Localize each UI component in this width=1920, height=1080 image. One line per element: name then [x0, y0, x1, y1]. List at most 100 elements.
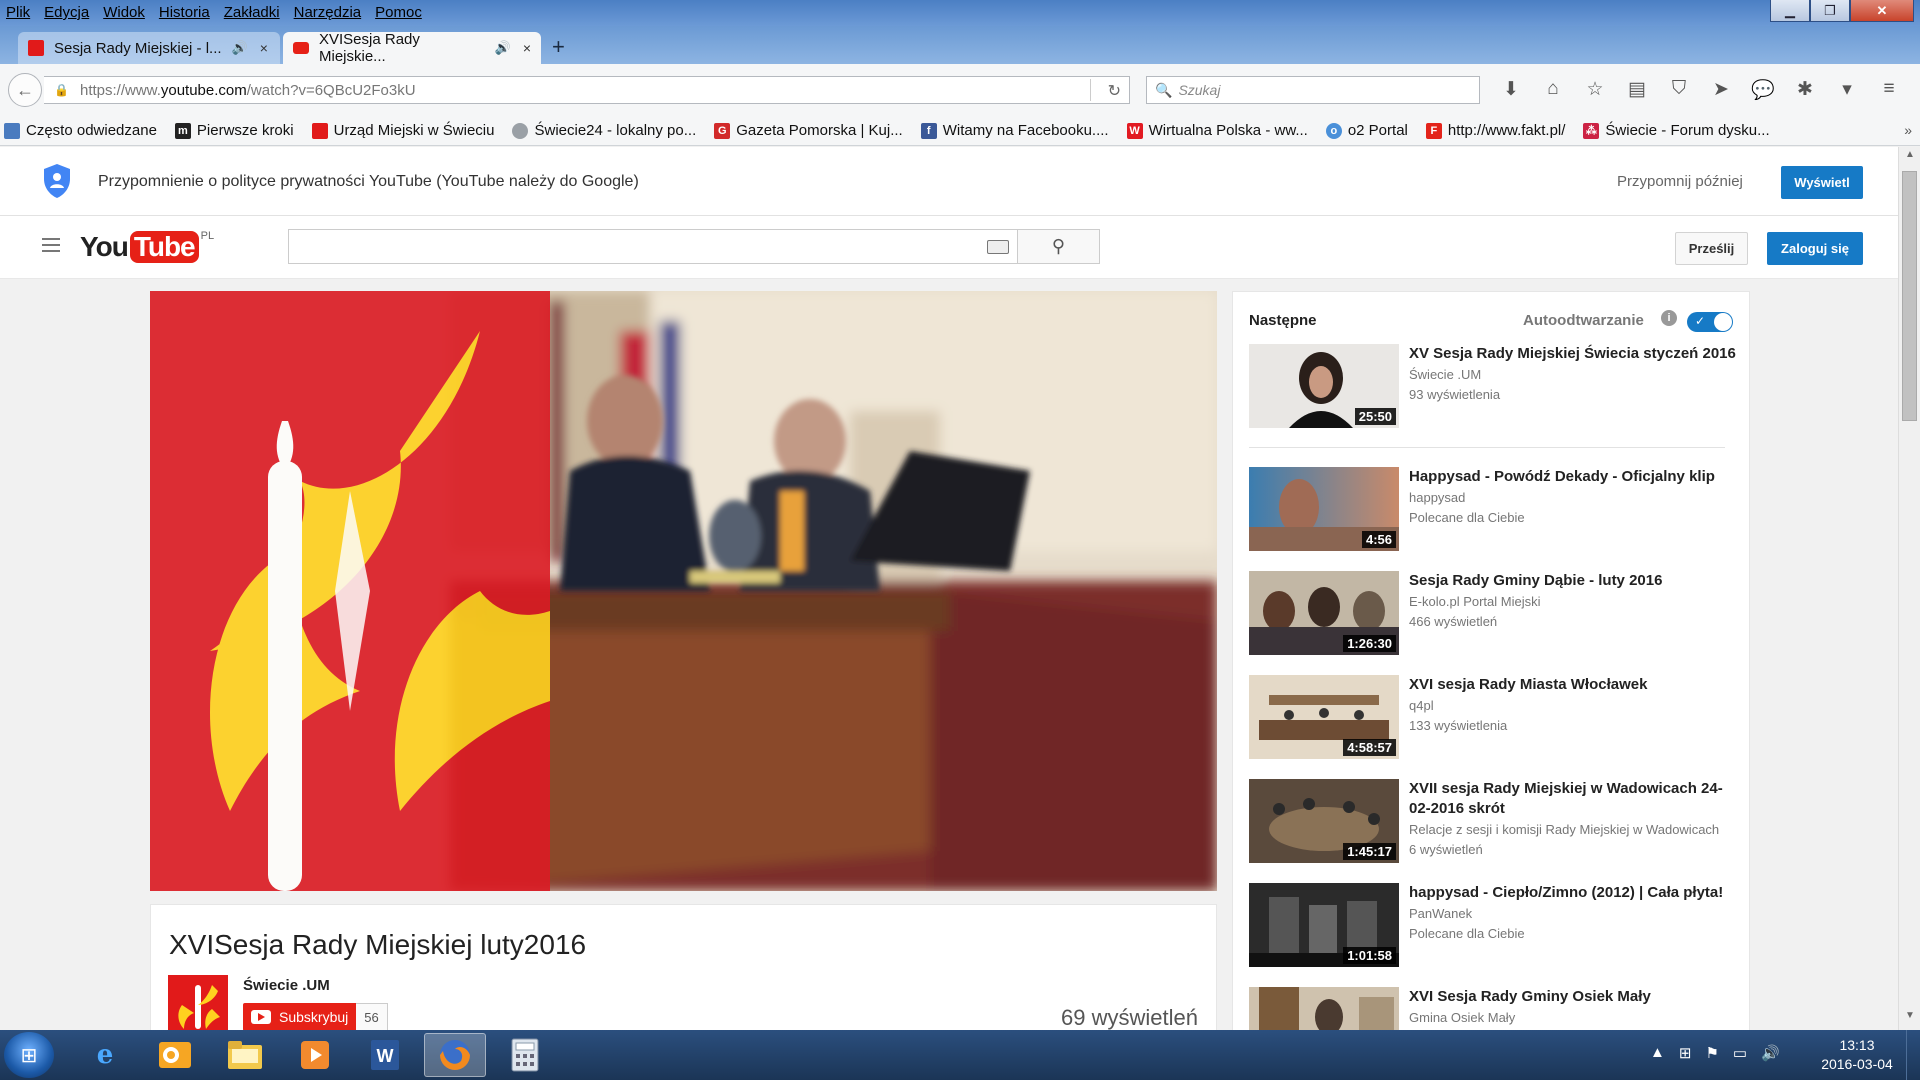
menu-help[interactable]: Pomoc [368, 0, 429, 21]
autoplay-toggle[interactable]: ✓ [1687, 312, 1733, 332]
minimize-button[interactable]: ▁ [1770, 0, 1810, 22]
home-icon[interactable]: ⌂ [1532, 78, 1574, 102]
video-title[interactable]: XV Sesja Rady Miejskiej Świecia styczeń … [1409, 345, 1736, 362]
outlook-icon[interactable] [144, 1033, 206, 1077]
subscribe-button[interactable]: Subskrybuj 56 [243, 1003, 388, 1030]
related-video-item[interactable]: XVI Sesja Rady Gminy Osiek Mały Gmina Osi… [1249, 987, 1749, 1030]
related-video-item[interactable]: 25:50 XV Sesja Rady Miejskiej Świecia st… [1249, 344, 1749, 432]
scroll-up-icon[interactable]: ▲ [1899, 149, 1920, 167]
show-desktop-button[interactable] [1906, 1030, 1920, 1080]
video-thumbnail[interactable]: 4:58:57 [1249, 675, 1399, 759]
bookmark-label: Urząd Miejski w Świeciu [333, 122, 495, 139]
guide-menu-icon[interactable] [42, 238, 60, 256]
extension-icon[interactable]: ✱ [1784, 78, 1826, 102]
start-button[interactable]: ⊞ [4, 1032, 54, 1078]
bookmark-item[interactable]: Fhttp://www.fakt.pl/ [1422, 122, 1565, 139]
media-player-icon[interactable] [284, 1033, 346, 1077]
back-button[interactable]: ← [8, 73, 42, 107]
bookmark-item[interactable]: G Gazeta Pomorska | Kuj... [710, 122, 903, 139]
close-window-button[interactable]: ✕ [1850, 0, 1914, 22]
speaker-icon[interactable]: 🔊 [232, 40, 248, 56]
new-tab-button[interactable]: + [552, 34, 565, 60]
video-thumbnail[interactable]: 1:01:58 [1249, 883, 1399, 967]
video-title[interactable]: Sesja Rady Gminy Dąbie - luty 2016 [1409, 572, 1662, 589]
reading-list-icon[interactable]: ▤ [1616, 78, 1658, 102]
menu-bookmarks[interactable]: Zakładki [217, 0, 287, 21]
explorer-icon[interactable] [214, 1033, 276, 1077]
video-title[interactable]: XVII sesja Rady Miejskiej w Wadowicach 2… [1409, 780, 1723, 817]
maximize-button[interactable]: ❐ [1810, 0, 1850, 22]
chevron-right-icon[interactable]: » [1904, 122, 1912, 138]
show-button[interactable]: Wyświetl [1781, 166, 1863, 199]
bookmark-item[interactable]: Świecie24 - lokalny po... [508, 122, 696, 139]
bookmark-item[interactable]: o o2 Portal [1322, 122, 1408, 139]
pocket-icon[interactable]: ⛉ [1658, 78, 1700, 102]
remind-later-button[interactable]: Przypomnij później [1617, 173, 1743, 190]
youtube-search-button[interactable]: ⚲ [1017, 229, 1100, 264]
related-video-item[interactable]: 1:45:17 XVII sesja Rady Miejskiej w Wado… [1249, 779, 1749, 867]
video-title[interactable]: Happysad - Powódź Dekady - Oficjalny kli… [1409, 468, 1715, 485]
video-thumbnail[interactable]: 1:26:30 [1249, 571, 1399, 655]
bookmark-star-icon[interactable]: ☆ [1574, 78, 1616, 102]
channel-name[interactable]: Świecie .UM [243, 977, 330, 994]
video-title[interactable]: happysad - Ciepło/Zimno (2012) | Cała pł… [1409, 884, 1723, 901]
menu-view[interactable]: Widok [96, 0, 152, 21]
volume-icon[interactable]: 🔊 [1761, 1044, 1780, 1062]
close-tab-icon[interactable]: × [523, 40, 531, 56]
scroll-down-icon[interactable]: ▼ [1899, 1010, 1920, 1028]
channel-avatar[interactable] [168, 975, 228, 1030]
network-icon[interactable]: ▭ [1733, 1044, 1747, 1062]
close-tab-icon[interactable]: × [260, 40, 268, 56]
subscribe-label-box[interactable]: Subskrybuj [243, 1003, 357, 1030]
tab-sesja-rady[interactable]: Sesja Rady Miejskiej - l... 🔊 × [18, 32, 280, 64]
url-bar[interactable]: 🔒 https://www. youtube.com/watch?v=6QBcU2… [44, 76, 1130, 104]
chat-icon[interactable]: 💬 [1742, 78, 1784, 102]
related-video-item[interactable]: 4:56 Happysad - Powódź Dekady - Oficjaln… [1249, 467, 1749, 555]
menu-history[interactable]: Historia [152, 0, 217, 21]
youtube-logo[interactable]: You Tube PL [80, 230, 214, 264]
calculator-icon[interactable] [494, 1033, 556, 1077]
speaker-icon[interactable]: 🔊 [495, 40, 511, 56]
sign-in-button[interactable]: Zaloguj się [1767, 232, 1863, 265]
related-video-item[interactable]: 4:58:57 XVI sesja Rady Miasta Włocławek q… [1249, 675, 1749, 763]
bookmark-item[interactable]: W Wirtualna Polska - ww... [1123, 122, 1308, 139]
chevron-up-icon[interactable]: ▲ [1650, 1044, 1665, 1062]
scroll-thumb[interactable] [1902, 171, 1917, 421]
bookmark-item[interactable]: Urząd Miejski w Świeciu [308, 122, 495, 139]
send-icon[interactable]: ➤ [1700, 78, 1742, 102]
firefox-icon[interactable] [424, 1033, 486, 1077]
clock[interactable]: 13:13 2016-03-04 [1812, 1036, 1902, 1074]
bookmark-item[interactable]: f Witamy na Facebooku.... [917, 122, 1109, 139]
menu-file[interactable]: Plik [0, 0, 37, 21]
bookmark-item[interactable]: m Pierwsze kroki [171, 122, 294, 139]
menu-tools[interactable]: Narzędzia [287, 0, 369, 21]
browser-search-box[interactable]: 🔍 Szukaj [1146, 76, 1480, 104]
bookmark-item[interactable]: Często odwiedzane [0, 122, 157, 139]
tab-xvisesja[interactable]: XVISesja Rady Miejskie... 🔊 × [283, 31, 541, 65]
chevron-down-icon[interactable]: ▾ [1826, 78, 1868, 102]
video-thumbnail[interactable]: 4:56 [1249, 467, 1399, 551]
download-icon[interactable]: ⬇ [1490, 78, 1532, 102]
video-thumbnail[interactable]: 1:45:17 [1249, 779, 1399, 863]
video-player[interactable] [150, 291, 1217, 891]
info-icon[interactable]: i [1661, 310, 1677, 326]
bookmark-item[interactable]: ⁂ Świecie - Forum dysku... [1579, 122, 1770, 139]
video-title[interactable]: XVI Sesja Rady Gminy Osiek Mały [1409, 988, 1651, 1005]
youtube-search-input[interactable] [288, 229, 1018, 264]
windows-flag-icon[interactable]: ⊞ [1679, 1044, 1692, 1062]
video-duration: 25:50 [1354, 408, 1396, 425]
video-thumbnail[interactable]: 25:50 [1249, 344, 1399, 428]
related-video-item[interactable]: 1:26:30 Sesja Rady Gminy Dąbie - luty 20… [1249, 571, 1749, 659]
video-thumbnail[interactable] [1249, 987, 1399, 1030]
reload-icon[interactable]: ↻ [1108, 81, 1121, 101]
keyboard-icon[interactable] [987, 240, 1009, 254]
action-center-flag-icon[interactable]: ⚑ [1705, 1044, 1718, 1062]
hamburger-menu-icon[interactable]: ≡ [1868, 78, 1910, 102]
menu-edit[interactable]: Edycja [37, 0, 96, 21]
internet-explorer-icon[interactable]: e [74, 1033, 136, 1077]
video-title[interactable]: XVI sesja Rady Miasta Włocławek [1409, 676, 1647, 693]
related-video-item[interactable]: 1:01:58 happysad - Ciepło/Zimno (2012) |… [1249, 883, 1749, 971]
page-scrollbar[interactable]: ▲ ▼ [1898, 147, 1920, 1030]
upload-button[interactable]: Prześlij [1675, 232, 1748, 265]
word-icon[interactable]: W [354, 1033, 416, 1077]
